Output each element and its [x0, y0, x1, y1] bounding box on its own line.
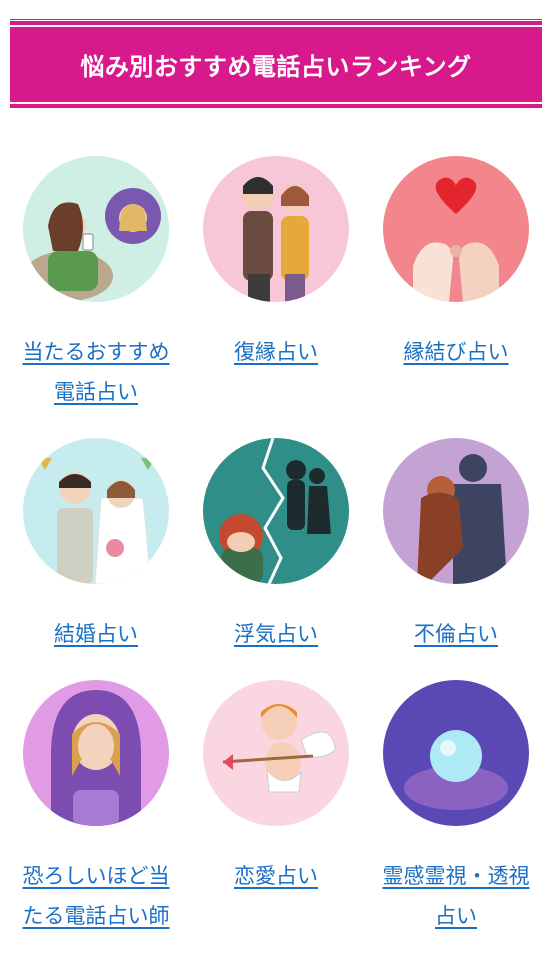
woman-phone-reading-icon[interactable] [23, 156, 169, 302]
category-card[interactable]: 恋愛占い [186, 680, 366, 896]
category-card[interactable]: 縁結び占い [366, 156, 546, 372]
category-card[interactable]: 結婚占い [6, 438, 186, 654]
hooded-fortune-teller-icon[interactable] [23, 680, 169, 826]
affair-embrace-icon[interactable] [383, 438, 529, 584]
category-link[interactable]: 不倫占い [381, 614, 531, 654]
category-card[interactable]: 当たるおすすめ電話占い [6, 156, 186, 412]
cupid-arrow-icon[interactable] [203, 680, 349, 826]
category-card[interactable]: 復縁占い [186, 156, 366, 372]
couple-reunion-icon[interactable] [203, 156, 349, 302]
category-link[interactable]: 霊感霊視・透視占い [381, 856, 531, 936]
crystal-ball-icon[interactable] [383, 680, 529, 826]
pinky-promise-heart-icon[interactable] [383, 156, 529, 302]
category-card[interactable]: 浮気占い [186, 438, 366, 654]
category-card[interactable]: 不倫占い [366, 438, 546, 654]
category-link[interactable]: 当たるおすすめ電話占い [21, 332, 171, 412]
wedding-couple-icon[interactable] [23, 438, 169, 584]
cheating-silhouette-icon[interactable] [203, 438, 349, 584]
category-card[interactable]: 恐ろしいほど当たる電話占い師 [6, 680, 186, 936]
category-link[interactable]: 浮気占い [201, 614, 351, 654]
category-link[interactable]: 復縁占い [201, 332, 351, 372]
category-link[interactable]: 恐ろしいほど当たる電話占い師 [21, 856, 171, 936]
category-link[interactable]: 結婚占い [21, 614, 171, 654]
category-grid: 当たるおすすめ電話占い 復縁占い 縁結び占い 結婚占い 浮気占い 不倫占い 恐ろ… [0, 0, 554, 980]
category-card[interactable]: 霊感霊視・透視占い [366, 680, 546, 936]
category-link[interactable]: 縁結び占い [381, 332, 531, 372]
category-link[interactable]: 恋愛占い [201, 856, 351, 896]
